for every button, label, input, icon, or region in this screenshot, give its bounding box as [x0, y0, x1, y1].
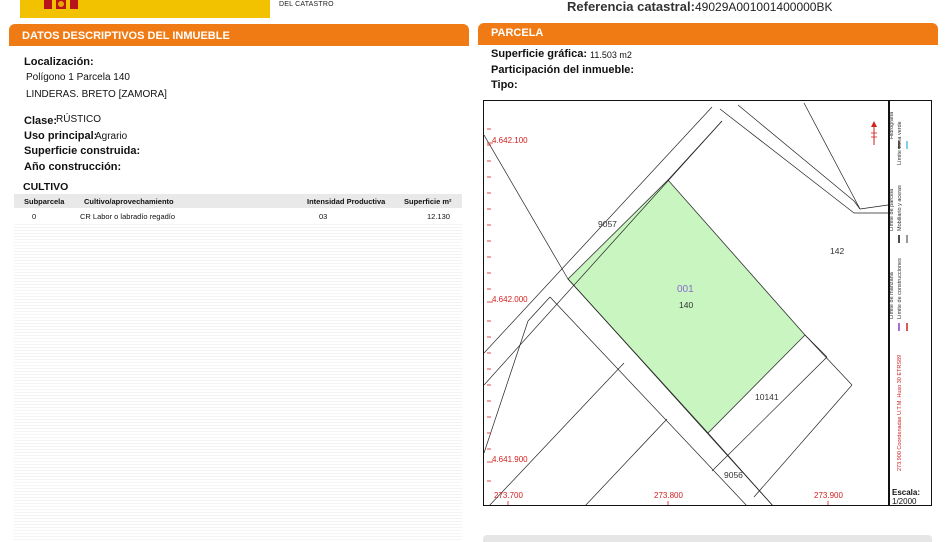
datos-descriptivos-header: DATOS DESCRIPTIVOS DEL INMUEBLE	[9, 24, 469, 46]
panel-divider	[9, 45, 469, 46]
legend-construcciones: Límite de construcciones	[897, 258, 903, 319]
tipo-label: Tipo:	[491, 79, 518, 91]
ref-catastral-label: Referencia catastral:	[567, 0, 695, 14]
parcel-label-142: 142	[830, 246, 845, 256]
parcel-label-9056: 9056	[724, 470, 743, 480]
col-superficie: Superficie m²	[404, 197, 452, 206]
map-drawing	[484, 102, 908, 505]
superficie-grafica-value: 11.503 m2	[590, 50, 632, 60]
superficie-grafica-label: Superficie gráfica:	[491, 48, 587, 60]
x-coord-label: 273.900	[814, 491, 843, 500]
col-subparcela: Subparcela	[24, 197, 65, 206]
clase-value: RÚSTICO	[56, 114, 101, 125]
y-coord-label: 4.641.900	[492, 455, 528, 464]
cell-superficie: 12.130	[427, 212, 450, 221]
participacion-label: Participación del inmueble:	[491, 64, 635, 76]
y-coord-label: 4.642.000	[492, 295, 528, 304]
escala-value: 1/2000	[892, 497, 917, 506]
col-cultivo: Cultivo/aprovechamiento	[84, 197, 174, 206]
catastro-logo	[20, 0, 270, 18]
table-row: 0 CR Labor o labradío regadío 03 12.130	[14, 209, 462, 223]
coat-of-arms-icon	[44, 0, 78, 9]
cultivo-table-header: Subparcela Cultivo/aprovechamiento Inten…	[14, 194, 462, 208]
parcel-label-9057: 9057	[598, 219, 617, 229]
cultivo-title: CULTIVO	[23, 181, 69, 193]
legend-coordenadas: 273.900 Coordenadas U.T.M. Huso 30 ETRS8…	[897, 354, 903, 471]
cell-intensidad: 03	[319, 212, 328, 221]
legend-separator	[888, 100, 890, 506]
parcel-label-140: 140	[679, 300, 694, 310]
ref-catastral-value: 49029A001001400000BK	[695, 0, 833, 14]
localizacion-line1: Polígono 1 Parcela 140	[26, 72, 130, 83]
localizacion-label: Localización:	[24, 56, 94, 68]
legend-mobiliario: Mobiliario y aceras	[897, 185, 903, 231]
escala-label: Escala:	[892, 488, 921, 497]
clase-label: Clase:	[24, 115, 58, 127]
superficie-construida-label: Superficie construida:	[24, 145, 141, 157]
y-coord-label: 4.642.100	[492, 136, 528, 145]
col-intensidad: Intensidad Productiva	[307, 197, 386, 206]
localizacion-line2: LINDERAS. BRETO [ZAMORA]	[26, 89, 167, 100]
x-coord-label: 273.800	[654, 491, 683, 500]
bottom-panel-edge	[483, 535, 932, 542]
uso-principal-value: Agrario	[95, 131, 128, 142]
ano-construccion-label: Año construcción:	[24, 161, 122, 173]
cultivo-table: Subparcela Cultivo/aprovechamiento Inten…	[14, 194, 462, 542]
cadastral-map[interactable]: 4.642.100 4.642.000 4.641.900 273.700 27…	[483, 100, 932, 506]
catastro-subtitle: DEL CATASTRO	[279, 1, 334, 8]
uso-principal-label: Uso principal:	[24, 130, 98, 142]
subparcel-label-001: 001	[677, 284, 694, 295]
north-arrow-icon	[871, 121, 877, 145]
cell-cultivo: CR Labor o labradío regadío	[80, 212, 176, 221]
parcela-header: PARCELA	[478, 23, 938, 45]
parcel-label-10141: 10141	[755, 392, 779, 402]
cell-subparcela: 0	[32, 212, 37, 221]
x-coord-label: 273.700	[494, 491, 523, 500]
